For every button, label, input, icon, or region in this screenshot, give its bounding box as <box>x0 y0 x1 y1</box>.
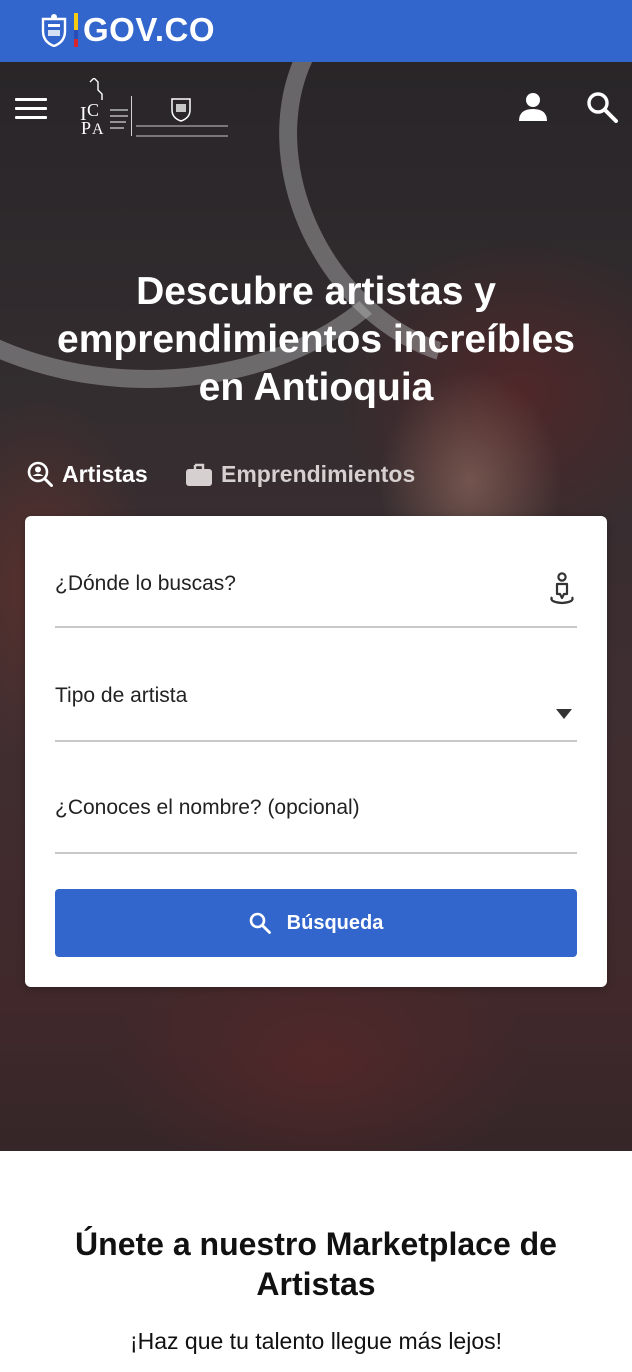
hero-title: Descubre artistas y emprendimientos incr… <box>57 270 575 409</box>
briefcase-icon <box>186 463 212 486</box>
svg-text:A: A <box>92 121 104 138</box>
colombia-shield-icon <box>41 14 67 47</box>
location-field-label: ¿Dónde lo buscas? <box>55 572 236 595</box>
tab-artistas-label: Artistas <box>62 460 148 487</box>
artist-type-select[interactable]: Tipo de artista <box>55 628 577 742</box>
gov-bar: GOV.CO <box>0 0 632 62</box>
icpa-logo[interactable]: I C P A <box>78 78 130 138</box>
search-icon <box>249 912 271 934</box>
search-person-icon <box>27 461 53 487</box>
gov-co-brand[interactable]: GOV.CO <box>83 10 215 50</box>
tab-emprendimientos-label: Emprendimientos <box>221 460 416 487</box>
search-icon[interactable] <box>586 91 618 123</box>
svg-text:P: P <box>81 118 91 138</box>
svg-text:C: C <box>87 100 99 120</box>
location-field[interactable]: ¿Dónde lo buscas? <box>55 516 577 628</box>
join-title: Únete a nuestro Marketplace de Artistas <box>75 1226 557 1302</box>
user-icon[interactable] <box>518 92 548 122</box>
chevron-down-icon <box>556 709 572 719</box>
search-button[interactable]: Búsqueda <box>55 889 577 957</box>
artist-name-field[interactable]: ¿Conoces el nombre? (opcional) <box>55 740 577 854</box>
artist-name-label: ¿Conoces el nombre? (opcional) <box>55 796 360 819</box>
tab-artistas[interactable]: Artistas <box>27 456 148 492</box>
gobernacion-antioquia-logo[interactable] <box>136 96 228 138</box>
menu-icon[interactable] <box>15 98 47 120</box>
artist-type-label: Tipo de artista <box>55 684 188 707</box>
search-card: ¿Dónde lo buscas? Tipo de artista ¿Conoc… <box>25 516 607 987</box>
tab-emprendimientos[interactable]: Emprendimientos <box>186 456 415 492</box>
location-pin-icon[interactable] <box>547 572 577 606</box>
join-subtitle: ¡Haz que tu talento llegue más lejos! <box>129 1328 503 1354</box>
colombia-flag-stripe <box>74 13 78 47</box>
search-button-label: Búsqueda <box>286 911 384 934</box>
